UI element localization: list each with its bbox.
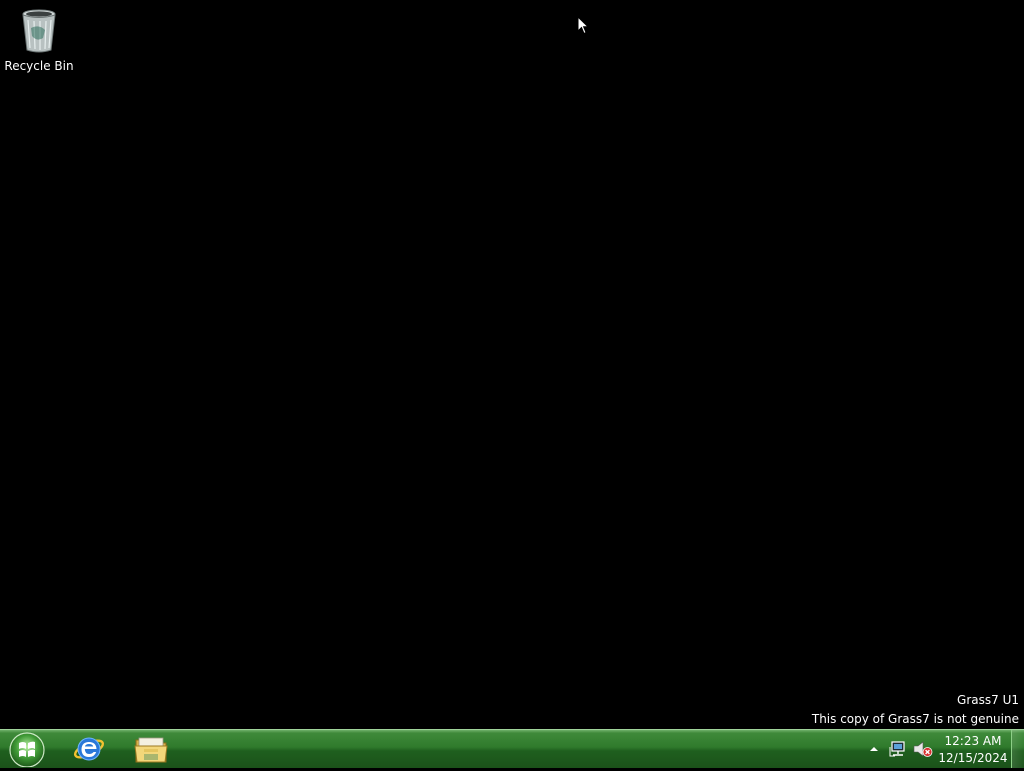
start-button[interactable] [7, 731, 47, 768]
clock-date: 12/15/2024 [938, 751, 1008, 765]
start-orb-icon [9, 732, 45, 768]
tray-network[interactable] [889, 740, 907, 758]
desktop-icon-recycle-bin[interactable]: Recycle Bin [4, 6, 74, 73]
pinned-windows-explorer[interactable] [131, 731, 171, 767]
tray-volume[interactable] [913, 740, 933, 758]
taskbar: 12:23 AM 12/15/2024 [0, 729, 1024, 768]
file-explorer-icon [134, 737, 168, 763]
pinned-internet-explorer[interactable] [69, 731, 109, 767]
desktop-icon-label: Recycle Bin [4, 59, 74, 73]
tray-clock[interactable]: 12:23 AM 12/15/2024 [936, 733, 1010, 767]
desktop[interactable]: Recycle Bin Grass7 U1 This copy of Grass… [0, 0, 1024, 729]
chevron-up-icon [870, 747, 878, 751]
volume-muted-icon [913, 741, 933, 757]
show-desktop-button[interactable] [1011, 730, 1024, 768]
genuine-warning-watermark: This copy of Grass7 is not genuine [811, 712, 1019, 726]
recycle-bin-icon [22, 9, 56, 53]
show-hidden-icons-button[interactable] [868, 740, 880, 758]
mouse-cursor-icon [577, 16, 589, 35]
edition-watermark: Grass7 U1 [957, 693, 1019, 707]
clock-time: 12:23 AM [944, 734, 1002, 748]
internet-explorer-icon [73, 737, 105, 761]
network-icon [889, 741, 905, 757]
